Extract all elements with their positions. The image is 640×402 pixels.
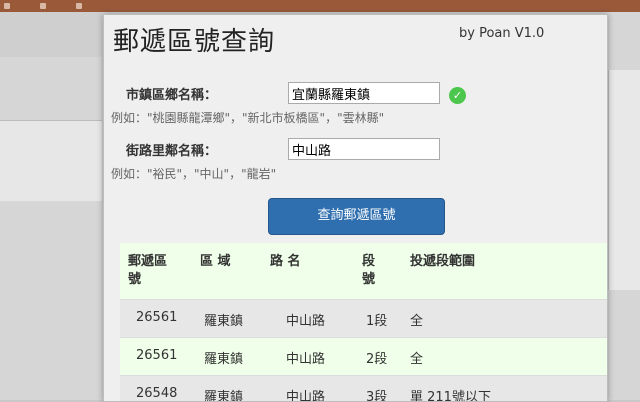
cell-postal-code: 26561: [136, 348, 178, 363]
header-section: 段號: [362, 254, 376, 287]
table-row: 26561 羅東鎮 中山路 2段 全: [120, 337, 607, 375]
background-panel: [0, 12, 102, 57]
background-toolbar: [0, 0, 640, 12]
road-label: 街路里鄰名稱：: [126, 144, 218, 159]
app-title: 郵遞區號查詢: [113, 27, 276, 57]
road-input[interactable]: [288, 138, 440, 160]
town-input[interactable]: [288, 82, 440, 104]
table-row: 26561 羅東鎮 中山路 1段 全: [120, 299, 607, 337]
cell-road: 中山路: [286, 352, 326, 367]
cell-section: 2段: [366, 352, 388, 367]
background-panel: [608, 70, 640, 290]
header-postal-code: 郵遞區號: [128, 254, 168, 287]
table-row: 26548 羅東鎮 中山路 3段 單 211號以下: [120, 375, 607, 401]
cell-road: 中山路: [286, 314, 326, 329]
cell-range: 全: [410, 314, 424, 329]
town-hint: 例如："桃園縣龍潭鄉"，"新北市板橋區"，"雲林縣": [111, 111, 385, 125]
background-icon: [4, 3, 10, 9]
check-circle-icon: ✓: [449, 87, 466, 104]
background-panel: [0, 120, 102, 201]
town-label: 市鎮區鄉名稱：: [126, 88, 218, 103]
header-district: 區 域: [200, 254, 231, 269]
header-road: 路 名: [270, 254, 301, 269]
cell-postal-code: 26548: [136, 386, 178, 401]
background-icon: [40, 3, 46, 9]
cell-district: 羅東鎮: [204, 314, 244, 329]
cell-district: 羅東鎮: [204, 352, 244, 367]
background-icon: [76, 3, 82, 9]
cell-postal-code: 26561: [136, 310, 178, 325]
header-range: 投遞段範圍: [410, 254, 476, 269]
cell-range: 全: [410, 352, 424, 367]
results-table: 郵遞區號 區 域 路 名 段號 投遞段範圍 26561 羅東鎮 中山路 1段 全…: [120, 243, 607, 401]
postal-code-popup: 郵遞區號查詢 by Poan V1.0 市鎮區鄉名稱： ✓ 例如："桃園縣龍潭鄉…: [103, 14, 608, 402]
road-hint: 例如："裕民"，"中山"，"龍岩": [111, 167, 277, 181]
version-label: by Poan V1.0: [459, 26, 545, 41]
table-header-row: 郵遞區號 區 域 路 名 段號 投遞段範圍: [120, 243, 607, 299]
cell-section: 1段: [366, 314, 388, 329]
search-button[interactable]: 查詢郵遞區號: [268, 198, 445, 235]
